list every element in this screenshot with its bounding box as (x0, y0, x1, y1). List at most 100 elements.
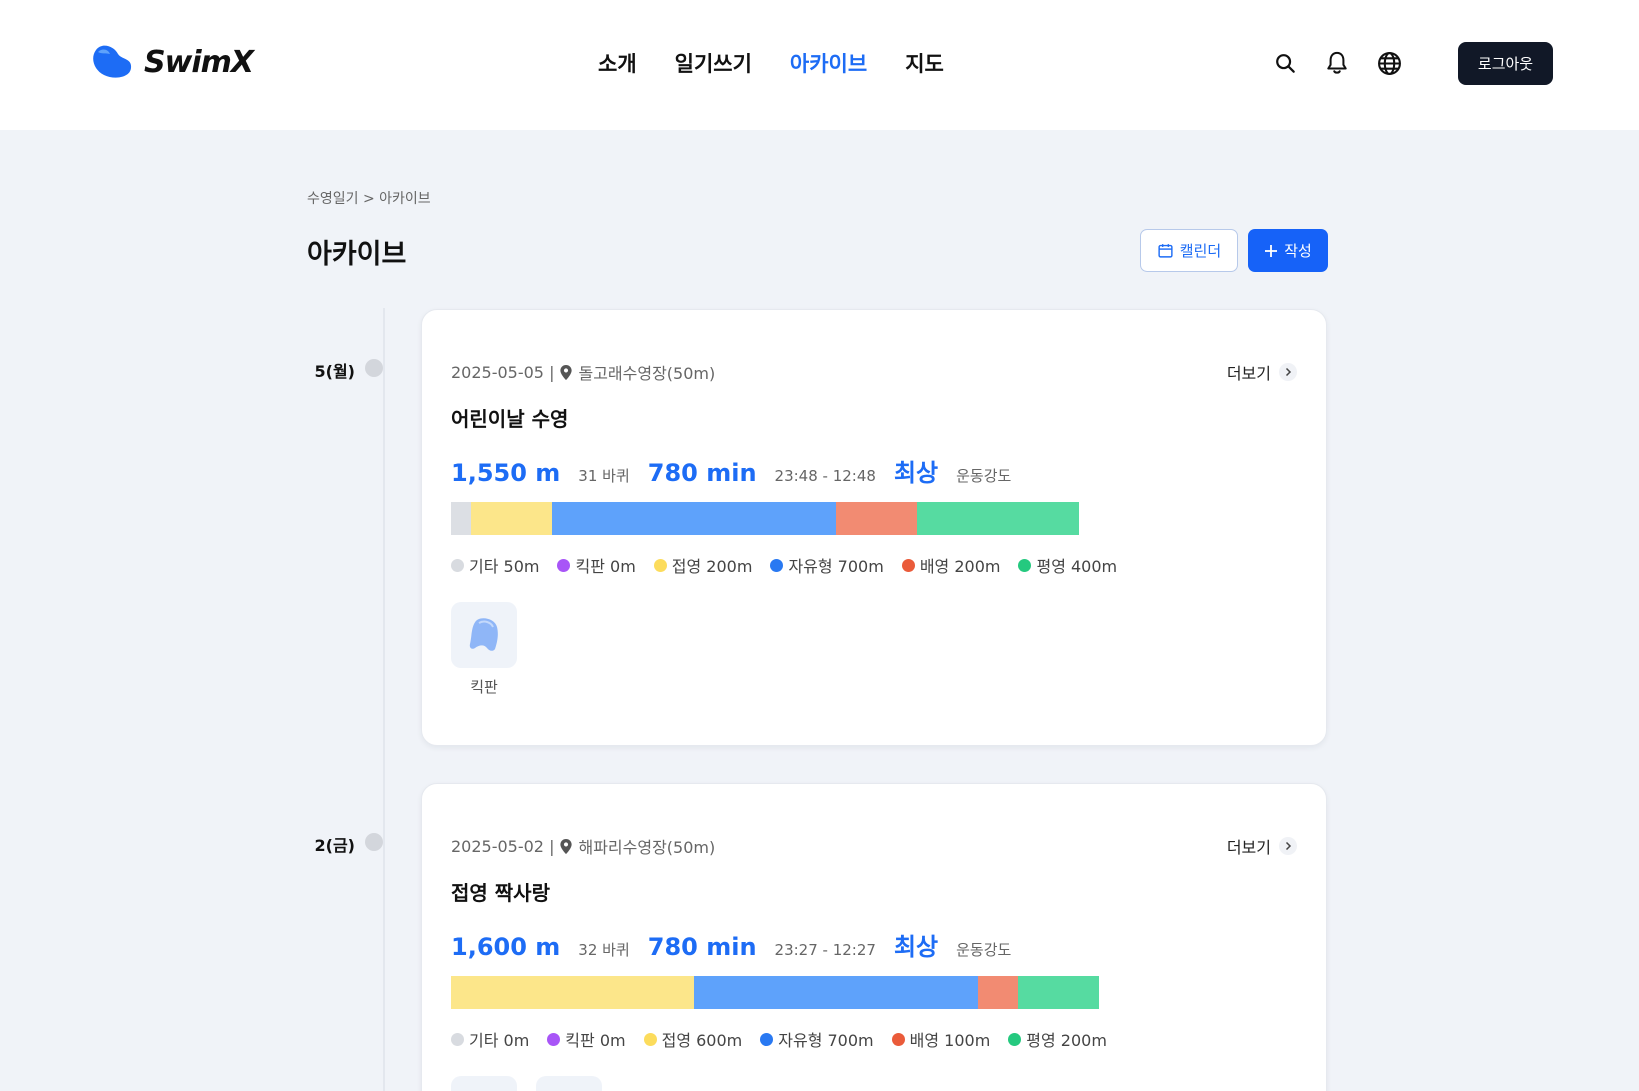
entry-title: 접영 짝사랑 (451, 881, 550, 905)
legend-item-kickboard: 킥판 0m (547, 1027, 626, 1051)
diary-card[interactable]: 2025-05-05 | 돌고래수영장(50m) 더보기 어린이날 수영 1,5… (421, 309, 1327, 746)
nav-item-diary[interactable]: 일기쓰기 (675, 48, 752, 78)
duration-value: 780 min (647, 459, 757, 487)
legend-label: 평영 200m (1026, 1031, 1107, 1050)
nav-item-archive[interactable]: 아카이브 (790, 48, 867, 78)
card-meta: 2025-05-05 | 돌고래수영장(50m) (451, 360, 715, 384)
legend-item-butterfly: 접영 600m (643, 1027, 743, 1051)
nav-item-map[interactable]: 지도 (905, 48, 944, 78)
laps-value: 32 바퀴 (578, 941, 630, 959)
legend-label: 평영 400m (1036, 557, 1118, 576)
time-range: 23:48 - 12:48 (774, 467, 876, 485)
chevron-right-icon (1279, 837, 1297, 855)
day-label: 5(월) (314, 362, 355, 381)
calendar-icon (1158, 244, 1173, 258)
more-label: 더보기 (1226, 838, 1271, 857)
legend-item-backstroke: 배영 100m (891, 1027, 991, 1051)
legend-item-freestyle: 자유형 700m (760, 1027, 874, 1051)
day-label: 2(금) (314, 836, 355, 855)
bell-icon[interactable] (1323, 49, 1351, 77)
legend-item-breaststroke: 평영 400m (1018, 553, 1117, 577)
legend-dot (901, 558, 915, 572)
legend-dot (891, 1032, 905, 1046)
calendar-button-label: 캘린더 (1179, 242, 1222, 260)
logo-icon (93, 45, 132, 78)
legend-item-other: 기타 50m (451, 553, 539, 577)
legend-item-freestyle: 자유형 700m (770, 553, 884, 577)
distance-value: 1,600 m (451, 933, 561, 961)
pool-name: 돌고래수영장(50m) (578, 364, 716, 383)
legend-dot (653, 558, 667, 572)
equipment-item (536, 1076, 602, 1091)
bar-segment (916, 502, 1079, 535)
top-header: SwimX 소개 일기쓰기 아카이브 지도 로그아웃 (0, 0, 1639, 130)
timeline-line (383, 308, 385, 1091)
entry-stats: 1,550 m 31 바퀴 780 min 23:48 - 12:48 최상 운… (451, 453, 1029, 488)
bar-segment (451, 976, 694, 1009)
equipment-icon (536, 1076, 602, 1091)
stroke-distribution-bar (451, 502, 1079, 535)
legend-item-other: 기타 0m (451, 1027, 529, 1051)
calendar-button[interactable]: 캘린더 (1140, 229, 1238, 272)
bar-segment (552, 502, 836, 535)
legend-label: 배영 100m (909, 1031, 991, 1050)
diary-card[interactable]: 2025-05-02 | 해파리수영장(50m) 더보기 접영 짝사랑 1,60… (421, 783, 1327, 1091)
bar-segment (451, 502, 472, 535)
legend-label: 자유형 700m (788, 557, 884, 576)
entry-date: 2025-05-02 | (451, 836, 555, 856)
legend-dot (760, 1032, 774, 1046)
legend-dot (547, 1032, 561, 1046)
kickboard-icon (451, 602, 517, 668)
legend-dot (1008, 1032, 1022, 1046)
more-label: 더보기 (1226, 364, 1271, 383)
page-title: 아카이브 (307, 239, 407, 270)
globe-icon[interactable] (1375, 49, 1403, 77)
write-button[interactable]: 작성 (1248, 229, 1328, 272)
legend-label: 킥판 0m (565, 1031, 626, 1050)
search-icon[interactable] (1271, 49, 1299, 77)
duration-value: 780 min (647, 933, 757, 961)
logout-button[interactable]: 로그아웃 (1458, 42, 1553, 85)
stroke-distribution-bar (451, 976, 1099, 1009)
equipment-item (451, 1076, 517, 1091)
location-pin-icon (560, 838, 573, 854)
legend-dot (1018, 558, 1032, 572)
entry-stats: 1,600 m 32 바퀴 780 min 23:27 - 12:27 최상 운… (451, 927, 1029, 962)
legend-dot (451, 1032, 464, 1046)
legend-label: 배영 200m (919, 557, 1001, 576)
legend-item-butterfly: 접영 200m (653, 553, 753, 577)
legend-label: 기타 0m (469, 1031, 530, 1050)
bar-segment (694, 976, 978, 1009)
more-link[interactable]: 더보기 (1227, 834, 1297, 858)
entry-date: 2025-05-05 | (451, 362, 555, 382)
main-nav: 소개 일기쓰기 아카이브 지도 (598, 48, 944, 78)
legend-dot (770, 558, 784, 572)
timeline-dot (365, 359, 383, 377)
legend-item-kickboard: 킥판 0m (557, 553, 636, 577)
intensity-value: 최상 (893, 459, 939, 487)
distance-value: 1,550 m (451, 459, 561, 487)
timeline-dot (365, 833, 383, 851)
legend-label: 기타 50m (469, 557, 540, 576)
legend-dot (643, 1032, 657, 1046)
legend-dot (557, 558, 571, 572)
intensity-value: 최상 (893, 933, 939, 961)
legend-label: 자유형 700m (778, 1031, 874, 1050)
plus-icon (1265, 244, 1278, 257)
logo[interactable]: SwimX (92, 44, 254, 80)
nav-item-intro[interactable]: 소개 (598, 48, 637, 78)
more-link[interactable]: 더보기 (1227, 360, 1297, 384)
pool-name: 해파리수영장(50m) (578, 838, 716, 857)
write-button-label: 작성 (1284, 242, 1312, 260)
logo-text: SwimX (144, 44, 254, 80)
legend-label: 킥판 0m (575, 557, 636, 576)
time-range: 23:27 - 12:27 (774, 941, 876, 959)
bar-segment (977, 976, 1018, 1009)
legend-item-breaststroke: 평영 200m (1008, 1027, 1107, 1051)
legend-item-backstroke: 배영 200m (901, 553, 1001, 577)
equipment-item: 킥판 (451, 602, 517, 697)
laps-value: 31 바퀴 (578, 467, 630, 485)
legend-label: 접영 200m (671, 557, 753, 576)
card-meta: 2025-05-02 | 해파리수영장(50m) (451, 834, 715, 858)
legend-label: 접영 600m (661, 1031, 743, 1050)
